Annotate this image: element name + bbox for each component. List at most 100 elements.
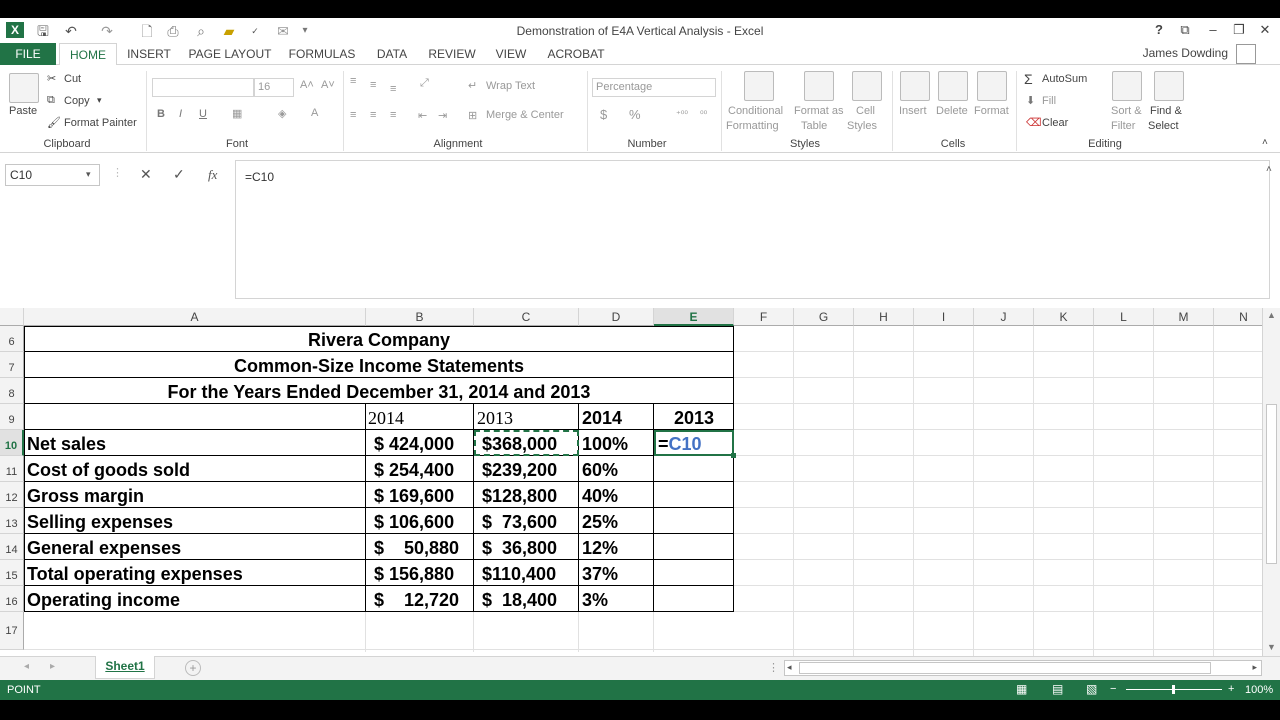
prev-sheet-icon[interactable]: ◂ (24, 661, 29, 672)
cell-d11[interactable]: 60% (582, 457, 652, 483)
merge-center-button[interactable]: Merge & Center (486, 109, 564, 121)
underline-button[interactable]: U (199, 108, 207, 120)
row-label-total-operating-expenses[interactable]: Total operating expenses (27, 561, 364, 587)
number-format-box[interactable]: Percentage (592, 78, 716, 97)
tab-formulas[interactable]: FORMULAS (284, 43, 360, 65)
row-label-cost-of-goods-sold[interactable]: Cost of goods sold (27, 457, 364, 483)
sheet-tab-sheet1[interactable]: Sheet1 (95, 656, 155, 679)
next-sheet-icon[interactable]: ▸ (50, 661, 55, 672)
row-label-general-expenses[interactable]: General expenses (27, 535, 364, 561)
fill-button[interactable]: Fill (1042, 95, 1056, 107)
tab-data[interactable]: DATA (370, 43, 414, 65)
align-left-icon[interactable]: ≡ (350, 109, 356, 121)
column-header-m[interactable]: M (1154, 308, 1214, 326)
cell-b10[interactable]: $ 424,000 (374, 431, 473, 457)
conditional-formatting-icon[interactable] (744, 71, 774, 101)
cell-d12[interactable]: 40% (582, 483, 652, 509)
new-sheet-button[interactable]: + (185, 660, 201, 676)
cell-b14[interactable]: $ 50,880 (374, 535, 473, 561)
company-title[interactable]: Rivera Company (24, 327, 734, 353)
maximize-button[interactable]: ❐ (1228, 21, 1250, 39)
row-label-operating-income[interactable]: Operating income (27, 587, 364, 613)
cell-b12[interactable]: $ 169,600 (374, 483, 473, 509)
format-as-table-button[interactable]: Format as (794, 105, 844, 117)
paste-button[interactable]: Paste (9, 105, 37, 117)
cell-b15[interactable]: $ 156,880 (374, 561, 473, 587)
statement-title[interactable]: Common-Size Income Statements (24, 353, 734, 379)
zoom-in-icon[interactable]: + (1228, 683, 1234, 695)
row-label-selling-expenses[interactable]: Selling expenses (27, 509, 364, 535)
format-painter-button[interactable]: Format Painter (64, 117, 137, 129)
cell-b16[interactable]: $ 12,720 (374, 587, 473, 613)
collapse-ribbon-icon[interactable]: ˄ (1262, 137, 1268, 148)
row-header-15[interactable]: 15 (0, 560, 24, 586)
middle-align-icon[interactable]: ≡ (370, 79, 376, 91)
zoom-level[interactable]: 100% (1245, 684, 1273, 696)
font-size-box[interactable]: 16 (254, 78, 294, 97)
cell-c15[interactable]: $110,400 (482, 561, 578, 587)
tab-home[interactable]: HOME (59, 43, 117, 66)
scroll-down-icon[interactable]: ▼ (1267, 642, 1276, 652)
row-label-net-sales[interactable]: Net sales (27, 431, 364, 457)
column-header-e[interactable]: E (654, 308, 734, 326)
name-box-dropdown-icon[interactable]: ▾ (86, 169, 91, 180)
decrease-decimal-icon[interactable]: ⁰⁰ (700, 109, 707, 120)
cell-c12[interactable]: $128,800 (482, 483, 578, 509)
row-header-9[interactable]: 9 (0, 404, 24, 430)
cell-b13[interactable]: $ 106,600 (374, 509, 473, 535)
decrease-indent-icon[interactable]: ⇤ (418, 109, 427, 122)
scroll-up-icon[interactable]: ▲ (1267, 310, 1276, 320)
fill-handle[interactable] (731, 453, 736, 458)
autosum-icon[interactable]: Σ (1024, 71, 1033, 87)
insert-cells-button[interactable]: Insert (899, 105, 927, 117)
row-header-7[interactable]: 7 (0, 352, 24, 378)
tab-file[interactable]: FILE (0, 43, 56, 66)
cell-e10-formula[interactable]: =C10 (658, 431, 732, 457)
cell-b11[interactable]: $ 254,400 (374, 457, 473, 483)
header-2014-amount[interactable]: 2014 (368, 405, 472, 431)
bold-button[interactable]: B (157, 108, 165, 120)
copy-button[interactable]: Copy (64, 95, 90, 107)
cell-styles-button[interactable]: Cell (856, 105, 875, 117)
tab-insert[interactable]: INSERT (122, 43, 176, 65)
row-header-8[interactable]: 8 (0, 378, 24, 404)
cell-d14[interactable]: 12% (582, 535, 652, 561)
help-button[interactable]: ? (1148, 21, 1170, 39)
minimize-button[interactable]: – (1202, 21, 1224, 39)
column-header-l[interactable]: L (1094, 308, 1154, 326)
font-name-box[interactable] (152, 78, 254, 97)
worksheet-grid[interactable]: A B C D E F G H I J K L M N 6 7 8 9 10 1… (0, 308, 1262, 656)
tab-review[interactable]: REVIEW (424, 43, 480, 65)
insert-cells-icon[interactable] (900, 71, 930, 101)
wrap-text-button[interactable]: Wrap Text (486, 80, 535, 92)
cut-button[interactable]: Cut (64, 73, 81, 85)
merge-center-icon[interactable]: ⊞ (468, 109, 477, 122)
delete-cells-icon[interactable] (938, 71, 968, 101)
scroll-left-icon[interactable]: ◂ (787, 662, 792, 673)
column-header-c[interactable]: C (474, 308, 579, 326)
row-header-16[interactable]: 16 (0, 586, 24, 612)
normal-view-icon[interactable]: ▦ (1016, 682, 1027, 696)
horizontal-scroll-thumb[interactable] (799, 662, 1211, 674)
row-header-17[interactable]: 17 (0, 612, 24, 650)
delete-cells-button[interactable]: Delete (936, 105, 968, 117)
header-2014-percent[interactable]: 2014 (582, 405, 652, 431)
fill-color-icon[interactable]: ◈ (278, 107, 286, 120)
cut-icon[interactable]: ✂ (47, 72, 56, 85)
cell-d16[interactable]: 3% (582, 587, 652, 613)
close-button[interactable]: ✕ (1254, 21, 1276, 39)
top-align-icon[interactable]: ≡ (350, 75, 356, 87)
cell-d10[interactable]: 100% (582, 431, 652, 457)
autosum-button[interactable]: AutoSum (1042, 73, 1087, 85)
header-2013-amount[interactable]: 2013 (477, 405, 577, 431)
fill-icon[interactable]: ⬇ (1026, 94, 1035, 107)
format-as-table-icon[interactable] (804, 71, 834, 101)
increase-decimal-icon[interactable]: ⁺⁰⁰ (676, 109, 688, 120)
column-header-h[interactable]: H (854, 308, 914, 326)
zoom-slider-thumb[interactable] (1172, 685, 1175, 694)
percent-button[interactable]: % (629, 107, 641, 122)
formula-input[interactable]: =C10 (235, 160, 1270, 299)
tab-view[interactable]: VIEW (490, 43, 532, 65)
format-cells-icon[interactable] (977, 71, 1007, 101)
tab-split-handle[interactable]: ⋮ (768, 661, 779, 674)
